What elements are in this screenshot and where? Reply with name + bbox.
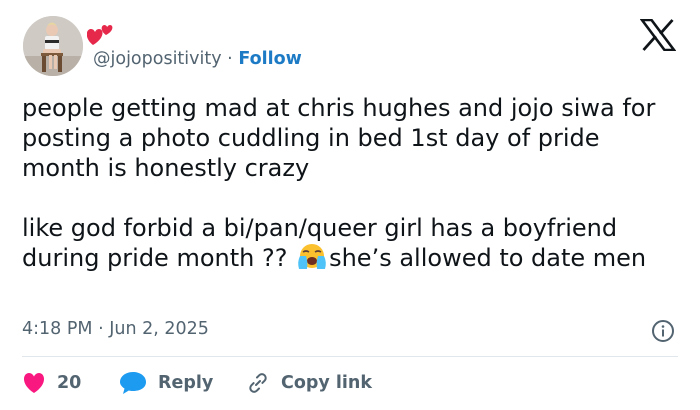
avatar[interactable]: [23, 16, 83, 76]
author-handle[interactable]: @jojopositivity: [93, 49, 222, 69]
tweet-paragraph-2-end: she’s allowed to date men: [329, 244, 647, 272]
author-row: @jojopositivity · Follow: [93, 48, 302, 70]
tweet-paragraph-1: people getting mad at chris hughes and j…: [22, 94, 656, 182]
separator-dot: ·: [227, 49, 233, 69]
reply-button[interactable]: Reply: [119, 370, 213, 396]
reply-bubble-icon: [120, 372, 146, 394]
info-icon[interactable]: [651, 319, 675, 343]
follow-button[interactable]: Follow: [238, 49, 301, 69]
loudly-crying-face-icon: [298, 244, 326, 269]
tweet-paragraph-2: like god forbid a bi/pan/queer girl has …: [22, 213, 682, 273]
two-hearts-icon: [87, 25, 113, 45]
reply-label: Reply: [158, 373, 214, 393]
tweet-card: @jojopositivity · Follow people getting …: [0, 0, 700, 410]
heart-icon: [23, 373, 45, 393]
like-count: 20: [57, 373, 82, 393]
link-icon: [249, 373, 267, 393]
copy-link-button[interactable]: Copy link: [246, 370, 372, 396]
tweet-text: people getting mad at chris hughes and j…: [22, 93, 682, 273]
tweet-timestamp[interactable]: 4:18 PM · Jun 2, 2025: [22, 318, 209, 340]
like-button[interactable]: 20: [22, 370, 81, 396]
copy-link-label: Copy link: [281, 373, 372, 393]
avatar-photo: [23, 16, 83, 76]
divider: [22, 356, 678, 357]
x-logo-icon[interactable]: [640, 19, 676, 51]
